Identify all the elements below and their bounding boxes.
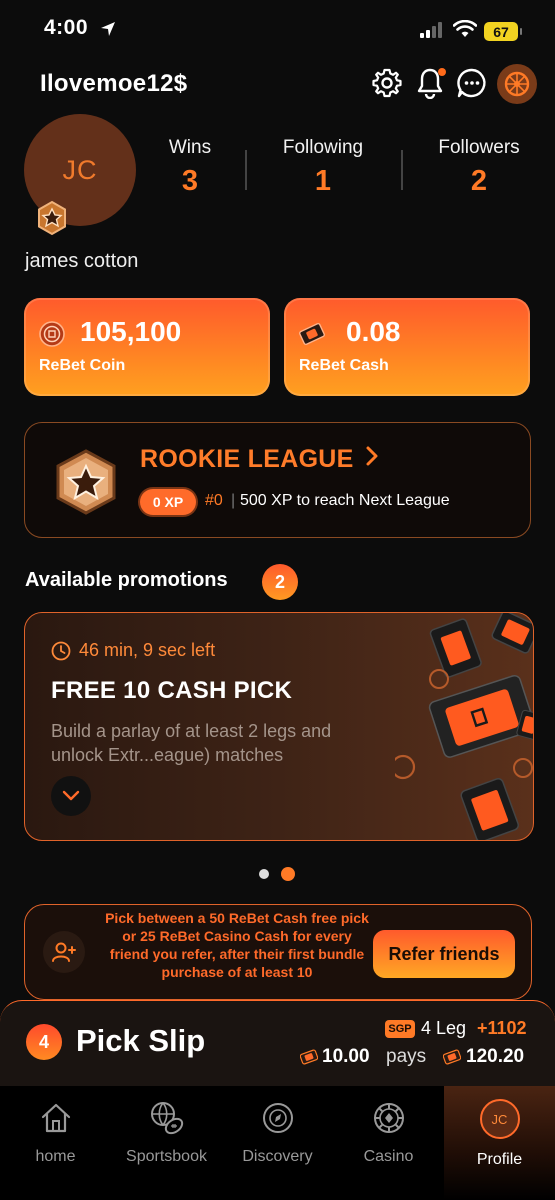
nav-casino[interactable]: Casino: [333, 1086, 444, 1200]
stat-wins[interactable]: Wins 3: [160, 137, 220, 198]
stake-amount: 10.00: [322, 1046, 370, 1067]
location-arrow-icon: [101, 22, 115, 36]
pick-count-badge: 4: [26, 1024, 62, 1060]
cash-icon: [443, 1049, 461, 1065]
referral-card: Pick between a 50 ReBet Cash free pick o…: [24, 904, 532, 1000]
notifications-button[interactable]: [413, 66, 447, 100]
stat-value: 1: [314, 165, 332, 197]
rebet-cash-card[interactable]: 0.08 ReBet Cash: [284, 298, 530, 396]
league-title: ROOKIE LEAGUE: [140, 445, 354, 473]
sports-balls-icon: [149, 1100, 185, 1136]
rebet-cash-icon: [299, 322, 325, 346]
nav-avatar-initials: JC: [479, 1099, 520, 1139]
cash-balance: 0.08: [346, 316, 401, 347]
payout-amount: 120.20: [466, 1046, 525, 1067]
league-card[interactable]: ROOKIE LEAGUE 0 XP #0 | 500 XP to reach …: [24, 422, 531, 538]
divider: [245, 150, 247, 190]
add-friend-button: [43, 931, 85, 973]
notification-dot: [438, 68, 446, 76]
nav-discovery[interactable]: Discovery: [222, 1086, 333, 1200]
bottom-navigation: home Sportsbook Discovery Casino JC Prof…: [0, 1086, 555, 1200]
nav-profile[interactable]: JC Profile: [444, 1086, 555, 1200]
refer-friends-button[interactable]: Refer friends: [373, 930, 515, 978]
cash-tickets-illustration: [395, 613, 533, 840]
prize-wheel-icon: [504, 71, 530, 97]
messages-button[interactable]: [455, 66, 489, 100]
carousel-dot-active[interactable]: [281, 867, 295, 881]
nav-label: Sportsbook: [126, 1148, 207, 1165]
signal-icon: [420, 22, 442, 38]
referral-text: Pick between a 50 ReBet Cash free pick o…: [105, 910, 369, 980]
pays-label: pays: [386, 1046, 427, 1067]
chat-bubble-icon: [457, 68, 486, 98]
stat-label: Wins: [168, 137, 212, 158]
pick-slip-bar[interactable]: 4 Pick Slip SGP 4 Leg +1102 10.00 pays 1…: [0, 1000, 555, 1086]
stat-following[interactable]: Following 1: [273, 137, 373, 198]
stat-label: Followers: [438, 137, 520, 158]
carousel-dot[interactable]: [259, 869, 269, 879]
username: Ilovemoe12$: [40, 70, 188, 97]
stat-value: 2: [470, 165, 488, 197]
nav-sportsbook[interactable]: Sportsbook: [111, 1086, 222, 1200]
odds: +1102: [477, 1018, 527, 1038]
settings-button[interactable]: [370, 66, 404, 100]
avatar: JC: [479, 1098, 521, 1140]
status-bar: 4:00 67: [0, 0, 555, 60]
chevron-right-icon[interactable]: [365, 445, 379, 467]
status-time: 4:00: [44, 16, 89, 39]
leg-count: 4 Leg: [421, 1018, 467, 1038]
promotion-card[interactable]: 46 min, 9 sec left FREE 10 CASH PICK Bui…: [24, 612, 534, 841]
league-rank: #0: [205, 492, 223, 509]
expand-button[interactable]: [51, 776, 91, 816]
promotions-heading: Available promotions: [25, 569, 228, 591]
coin-label: ReBet Coin: [39, 357, 126, 374]
league-separator: |: [231, 492, 236, 509]
wifi-icon: [453, 20, 477, 37]
gear-icon: [372, 68, 402, 98]
stat-followers[interactable]: Followers 2: [430, 137, 528, 198]
cash-icon: [300, 1049, 318, 1065]
promotion-title: FREE 10 CASH PICK: [51, 677, 293, 704]
xp-badge: 0 XP: [140, 489, 196, 515]
rebet-coin-icon: [39, 321, 65, 347]
sgp-tag: SGP: [385, 1020, 415, 1038]
league-next-text: 500 XP to reach Next League: [240, 492, 450, 509]
promotion-description: Build a parlay of at least 2 legs and un…: [51, 721, 332, 765]
casino-chip-icon: [371, 1100, 407, 1136]
nav-label: Discovery: [242, 1148, 313, 1165]
wheel-reward-button[interactable]: [497, 64, 537, 104]
stat-label: Following: [282, 137, 364, 158]
divider: [401, 150, 403, 190]
pick-slip-title: Pick Slip: [76, 1023, 206, 1058]
home-icon: [38, 1100, 74, 1136]
display-name: james cotton: [25, 250, 139, 272]
compass-icon: [260, 1100, 296, 1136]
nav-home[interactable]: home: [0, 1086, 111, 1200]
nav-label: Profile: [476, 1151, 523, 1168]
rank-badge-icon: [38, 200, 66, 236]
rookie-league-badge-icon: [56, 449, 116, 515]
nav-label: home: [35, 1148, 76, 1165]
coin-balance: 105,100: [80, 316, 182, 347]
chevron-down-icon: [62, 790, 80, 801]
battery-indicator: 67: [484, 22, 522, 41]
cash-label: ReBet Cash: [299, 357, 389, 374]
add-user-icon: [52, 942, 76, 962]
clock-icon: [51, 641, 71, 661]
nav-label: Casino: [363, 1148, 414, 1165]
stat-value: 3: [181, 165, 199, 197]
rebet-coin-card[interactable]: 105,100 ReBet Coin: [24, 298, 270, 396]
profile-initials: JC: [62, 154, 98, 185]
promotions-count-badge: 2: [262, 564, 298, 600]
promotion-timer: 46 min, 9 sec left: [79, 640, 216, 660]
